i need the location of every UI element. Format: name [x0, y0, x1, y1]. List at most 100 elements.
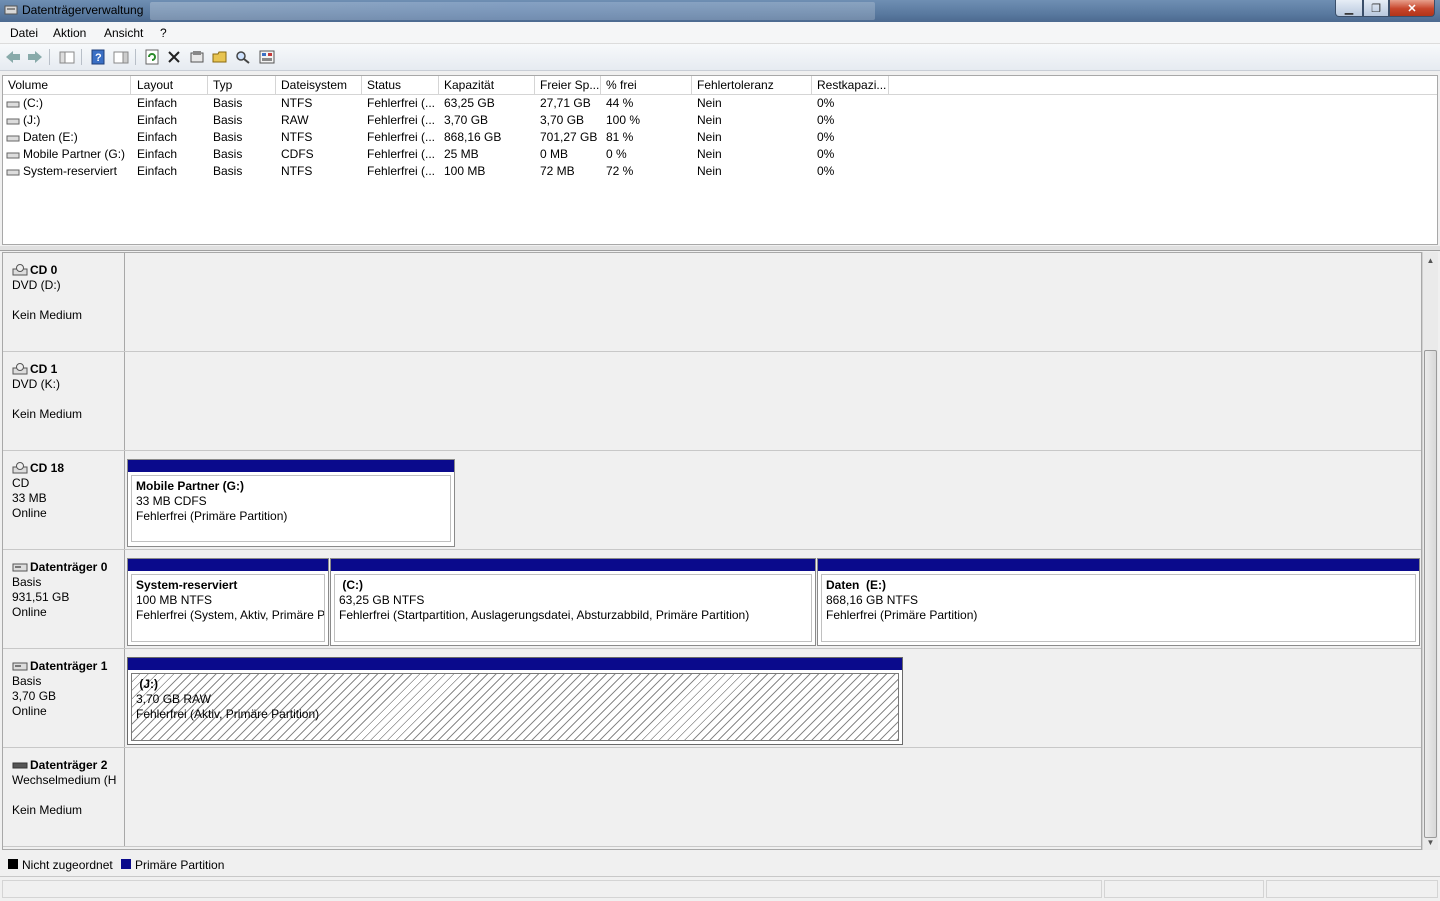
- partition-info[interactable]: System-reserviert 100 MB NTFS Fehlerfrei…: [131, 574, 325, 642]
- console-tree-icon[interactable]: [58, 48, 76, 66]
- partition-size: 3,70 GB RAW: [136, 692, 211, 706]
- volume-row[interactable]: (C:) Einfach Basis NTFS Fehlerfrei (... 63,25…: [3, 95, 1437, 112]
- disk-status: Kein Medium: [12, 407, 83, 421]
- volume-list-header: Volume Layout Typ Dateisystem Status Kap…: [3, 76, 1437, 95]
- disk-label[interactable]: CD 1 DVD (K:) Kein Medium: [3, 352, 125, 450]
- col-typ[interactable]: Typ: [208, 76, 276, 94]
- col-dateisystem[interactable]: Dateisystem: [276, 76, 362, 94]
- col-status[interactable]: Status: [362, 76, 439, 94]
- refresh-icon[interactable]: [143, 48, 161, 66]
- disk-label[interactable]: Datenträger 2 Wechselmedium (H Kein Medi…: [3, 748, 125, 846]
- volume-cell-pct: 72 %: [606, 164, 634, 178]
- volume-cell-ft: Nein: [697, 147, 722, 161]
- partition-status: Fehlerfrei (Primäre Partition): [136, 509, 288, 523]
- volume-cell-ft: Nein: [697, 113, 722, 127]
- status-cell: [1104, 880, 1264, 898]
- partition-name: Mobile Partner (G:): [136, 479, 245, 493]
- close-button[interactable]: ✕: [1389, 0, 1435, 17]
- partition-info[interactable]: Mobile Partner (G:) 33 MB CDFS Fehlerfre…: [131, 475, 451, 542]
- volume-cell-status: Fehlerfrei (...: [367, 164, 436, 178]
- volume-icon: [6, 118, 20, 125]
- partition-system-reserviert[interactable]: System-reserviert 100 MB NTFS Fehlerfrei…: [127, 558, 329, 646]
- disk-label[interactable]: CD 0 DVD (D:) Kein Medium: [3, 253, 125, 351]
- disk-row-disk1[interactable]: Datenträger 1 Basis 3,70 GB Online (J:) …: [3, 649, 1421, 748]
- partition-info[interactable]: (C:) 63,25 GB NTFS Fehlerfrei (Startpart…: [334, 574, 812, 642]
- open-icon[interactable]: [211, 48, 229, 66]
- col-restkapazitaet[interactable]: Restkapazi...: [812, 76, 889, 94]
- menu-datei[interactable]: Datei: [10, 26, 38, 40]
- legend-swatch-primary: [121, 859, 131, 869]
- partition-bar: [818, 559, 1419, 571]
- menu-ansicht[interactable]: Ansicht: [104, 26, 143, 40]
- col-kapazitaet[interactable]: Kapazität: [439, 76, 535, 94]
- properties-icon[interactable]: [188, 48, 206, 66]
- volume-cell-rest: 0%: [817, 147, 835, 161]
- disk-size: 3,70 GB: [12, 689, 57, 703]
- menu-aktion[interactable]: Aktion: [53, 26, 86, 40]
- pane-splitter[interactable]: [0, 246, 1440, 251]
- disk-label[interactable]: Datenträger 0 Basis 931,51 GB Online: [3, 550, 125, 648]
- volume-cell-layout: Einfach: [137, 164, 178, 178]
- disk-type: DVD (K:): [12, 377, 60, 391]
- disk-row-disk0[interactable]: Datenträger 0 Basis 931,51 GB Online Sys…: [3, 550, 1421, 649]
- partition-info[interactable]: Daten (E:) 868,16 GB NTFS Fehlerfrei (Pr…: [821, 574, 1416, 642]
- col-fehlertoleranz[interactable]: Fehlertoleranz: [692, 76, 812, 94]
- status-cell: [2, 880, 1102, 898]
- disk-settings-icon[interactable]: [258, 48, 276, 66]
- volume-cell-name: System-reserviert: [23, 164, 118, 178]
- disk-row-cd0[interactable]: CD 0 DVD (D:) Kein Medium: [3, 253, 1421, 352]
- menu-help[interactable]: ?: [160, 26, 167, 40]
- hard-disk-icon: [12, 662, 28, 671]
- volume-row[interactable]: System-reserviert Einfach Basis NTFS Fehlerf…: [3, 163, 1437, 180]
- properties-pane-icon[interactable]: [112, 48, 130, 66]
- volume-cell-cap: 63,25 GB: [444, 96, 495, 110]
- help-icon[interactable]: ?: [89, 48, 107, 66]
- cd-volume-icon: [6, 152, 20, 159]
- volume-row[interactable]: Mobile Partner (G:) Einfach Basis CDFS Fehle…: [3, 146, 1437, 163]
- maximize-button[interactable]: ❐: [1363, 0, 1389, 17]
- col-freier-speicher[interactable]: Freier Sp...: [535, 76, 601, 94]
- disk-label[interactable]: Datenträger 1 Basis 3,70 GB Online: [3, 649, 125, 747]
- volume-cell-typ: Basis: [213, 96, 243, 110]
- disk-label[interactable]: CD 18 CD 33 MB Online: [3, 451, 125, 549]
- disk-status: Kein Medium: [12, 308, 83, 322]
- volume-row[interactable]: (J:) Einfach Basis RAW Fehlerfrei (... 3,70 G…: [3, 112, 1437, 129]
- explore-icon[interactable]: [234, 48, 252, 66]
- scroll-thumb[interactable]: [1424, 350, 1437, 838]
- partition-info[interactable]: (J:) 3,70 GB RAW Fehlerfrei (Aktiv, Prim…: [131, 673, 899, 741]
- volume-cell-layout: Einfach: [137, 96, 178, 110]
- title-bar-background: [150, 2, 875, 20]
- scroll-down-icon[interactable]: ▼: [1423, 834, 1438, 850]
- partition-j[interactable]: (J:) 3,70 GB RAW Fehlerfrei (Aktiv, Prim…: [127, 657, 903, 745]
- disk-view-scrollbar[interactable]: ▲ ▼: [1422, 252, 1438, 850]
- partition-name: System-reserviert: [136, 578, 238, 592]
- volume-cell-cap: 868,16 GB: [444, 130, 502, 144]
- partition-bar: [331, 559, 815, 571]
- col-volume[interactable]: Volume: [3, 76, 131, 94]
- partition-name: (C:): [339, 578, 363, 592]
- partition-daten[interactable]: Daten (E:) 868,16 GB NTFS Fehlerfrei (Pr…: [817, 558, 1420, 646]
- volume-cell-status: Fehlerfrei (...: [367, 147, 436, 161]
- disk-row-cd18[interactable]: CD 18 CD 33 MB Online Mobile Partner (G:…: [3, 451, 1421, 550]
- disk-size: [12, 392, 124, 407]
- partition-c[interactable]: (C:) 63,25 GB NTFS Fehlerfrei (Startpart…: [330, 558, 816, 646]
- disk-status: Online: [12, 506, 47, 520]
- cd-drive-icon: [12, 462, 28, 474]
- disk-row-cd1[interactable]: CD 1 DVD (K:) Kein Medium: [3, 352, 1421, 451]
- disk-type: DVD (D:): [12, 278, 61, 292]
- delete-icon[interactable]: [165, 48, 183, 66]
- disk-type: Wechselmedium (H: [12, 773, 117, 787]
- partition-mobile-partner[interactable]: Mobile Partner (G:) 33 MB CDFS Fehlerfre…: [127, 459, 455, 547]
- col-prozent-frei[interactable]: % frei: [601, 76, 692, 94]
- forward-icon[interactable]: [26, 48, 44, 66]
- legend: Nicht zugeordnet Primäre Partition: [0, 855, 1440, 875]
- back-icon[interactable]: [4, 48, 22, 66]
- volume-row[interactable]: Daten (E:) Einfach Basis NTFS Fehlerfrei (..…: [3, 129, 1437, 146]
- minimize-button[interactable]: ▁: [1335, 0, 1363, 17]
- volume-icon: [6, 169, 20, 176]
- cd-drive-icon: [12, 363, 28, 375]
- scroll-up-icon[interactable]: ▲: [1423, 252, 1438, 268]
- volume-cell-cap: 25 MB: [444, 147, 479, 161]
- col-layout[interactable]: Layout: [132, 76, 208, 94]
- disk-row-disk2[interactable]: Datenträger 2 Wechselmedium (H Kein Medi…: [3, 748, 1421, 847]
